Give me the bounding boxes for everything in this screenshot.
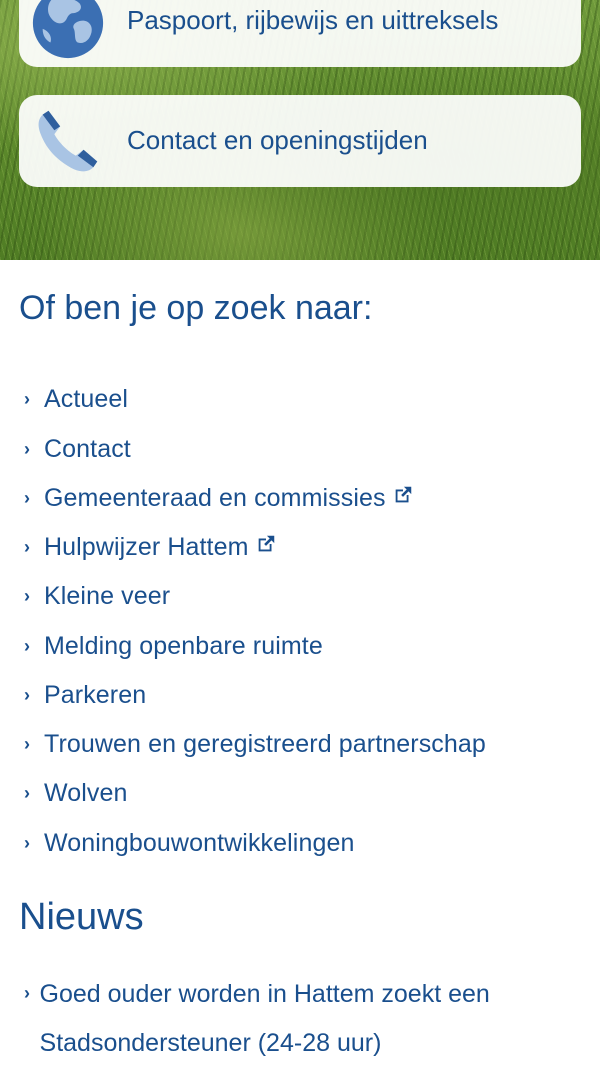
chevron-right-icon: ›	[24, 833, 30, 853]
chevron-right-icon: ›	[24, 636, 30, 656]
link-wolven[interactable]: › Wolven	[24, 777, 128, 809]
chevron-right-icon: ›	[24, 537, 30, 557]
news-item-label: Goed ouder worden in Hattem zoekt een St…	[39, 980, 490, 1057]
chevron-right-icon: ›	[24, 389, 30, 409]
link-melding[interactable]: › Melding openbare ruimte	[24, 630, 323, 662]
card-contact[interactable]: Contact en openingstijden	[19, 95, 581, 187]
chevron-right-icon: ›	[24, 783, 30, 803]
chevron-right-icon: ›	[24, 586, 30, 606]
link-contact[interactable]: › Contact	[24, 433, 131, 465]
news-item[interactable]: › Goed ouder worden in Hattem zoekt een …	[24, 976, 584, 1068]
link-label: Actueel	[44, 384, 129, 413]
chevron-right-icon: ›	[24, 685, 30, 705]
link-label: Hulpwijzer Hattem	[44, 532, 249, 561]
link-label: Parkeren	[44, 680, 147, 709]
link-kleine-veer[interactable]: › Kleine veer	[24, 580, 170, 612]
link-label: Wolven	[44, 778, 128, 807]
chevron-right-icon: ›	[24, 983, 30, 1003]
link-actueel[interactable]: › Actueel	[24, 383, 128, 415]
phone-icon	[38, 110, 98, 172]
link-label: Kleine veer	[44, 581, 171, 610]
link-label: Contact	[44, 434, 131, 463]
card-label: Paspoort, rijbewijs en uittreksels	[127, 5, 499, 35]
globe-icon	[32, 0, 104, 59]
link-label: Woningbouwontwikkelingen	[44, 828, 355, 857]
link-label: Melding openbare ruimte	[44, 631, 323, 660]
card-label: Contact en openingstijden	[127, 125, 428, 155]
link-label: Trouwen en geregistreerd partnerschap	[44, 729, 486, 758]
external-link-icon	[395, 486, 411, 503]
link-parkeren[interactable]: › Parkeren	[24, 679, 146, 711]
link-woningbouw[interactable]: › Woningbouwontwikkelingen	[24, 827, 354, 859]
link-hulpwijzer[interactable]: › Hulpwijzer Hattem	[24, 531, 277, 563]
news-section-title: Nieuws	[19, 896, 144, 938]
chevron-right-icon: ›	[24, 488, 30, 508]
link-gemeenteraad[interactable]: › Gemeenteraad en commissies	[24, 482, 414, 514]
external-link-icon	[258, 535, 274, 552]
link-trouwen[interactable]: › Trouwen en geregistreerd partnerschap	[24, 728, 486, 760]
chevron-right-icon: ›	[24, 734, 30, 754]
chevron-right-icon: ›	[24, 439, 30, 459]
link-label: Gemeenteraad en commissies	[44, 483, 386, 512]
card-passport[interactable]: Paspoort, rijbewijs en uittreksels	[19, 0, 581, 67]
hero-banner: Paspoort, rijbewijs en uittreksels Conta…	[0, 0, 600, 260]
links-section-title: Of ben je op zoek naar:	[19, 289, 373, 327]
